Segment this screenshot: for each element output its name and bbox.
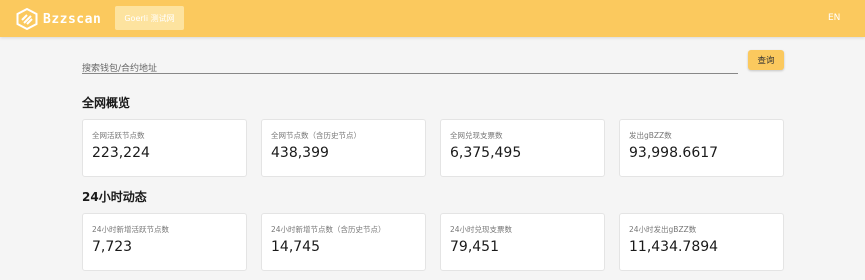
search-field	[82, 56, 738, 77]
stat-card-24h-cashed-cheques: 24小时兑现支票数 79,451	[440, 213, 605, 271]
language-switch[interactable]: EN	[828, 13, 840, 23]
stat-label: 24小时新增节点数（含历史节点）	[271, 225, 386, 234]
stat-value: 438,399	[271, 145, 329, 161]
stat-value: 7,723	[92, 239, 133, 255]
stat-label: 全网活跃节点数	[92, 131, 145, 140]
stat-label: 24小时兑现支票数	[450, 225, 513, 234]
stat-value: 14,745	[271, 239, 320, 255]
stat-card-total-nodes: 全网节点数（含历史节点） 438,399	[261, 119, 426, 177]
stat-label: 全网兑现支票数	[450, 131, 503, 140]
search-input[interactable]	[82, 61, 738, 77]
stat-label: 24小时新增活跃节点数	[92, 225, 170, 234]
stat-card-24h-gbzz-issued: 24小时发出gBZZ数 11,434.7894	[619, 213, 784, 271]
stat-card-gbzz-issued: 发出gBZZ数 93,998.6617	[619, 119, 784, 177]
stat-value: 11,434.7894	[629, 239, 719, 255]
stat-value: 6,375,495	[450, 145, 522, 161]
stat-card-active-nodes: 全网活跃节点数 223,224	[82, 119, 247, 177]
stat-label: 发出gBZZ数	[629, 131, 672, 140]
stat-card-cashed-cheques: 全网兑现支票数 6,375,495	[440, 119, 605, 177]
top-navigation-bar: Bzzscan Goerli 测试网 EN	[0, 0, 865, 37]
network-selector-button[interactable]: Goerli 测试网	[115, 6, 184, 30]
stat-card-24h-total-nodes: 24小时新增节点数（含历史节点） 14,745	[261, 213, 426, 271]
stat-label: 全网节点数（含历史节点）	[271, 131, 361, 140]
brand-name: Bzzscan	[43, 11, 102, 27]
stat-value: 93,998.6617	[629, 145, 719, 161]
overview-section-title: 全网概览	[82, 96, 131, 110]
stat-card-24h-active-nodes: 24小时新增活跃节点数 7,723	[82, 213, 247, 271]
stat-value: 223,224	[92, 145, 150, 161]
query-button[interactable]: 查询	[748, 50, 784, 70]
brand-logo[interactable]: Bzzscan	[16, 7, 101, 31]
bzz-logo-icon	[16, 8, 38, 30]
stat-label: 24小时发出gBZZ数	[629, 225, 697, 234]
stat-value: 79,451	[450, 239, 499, 255]
daily-section-title: 24小时动态	[82, 190, 147, 204]
